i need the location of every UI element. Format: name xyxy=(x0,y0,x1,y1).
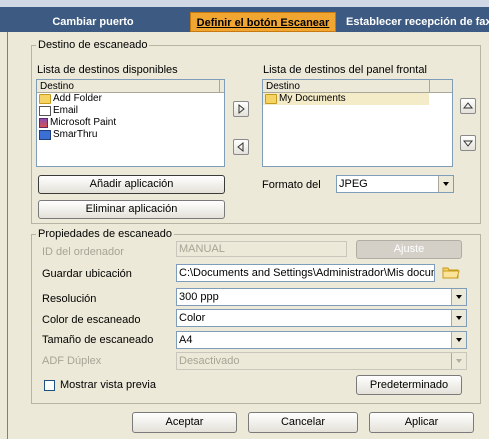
tab-bar: Cambiar puerto Definir el botón Escanear… xyxy=(0,0,489,32)
cancel-button[interactable]: Cancelar xyxy=(248,412,358,433)
chevron-down-icon xyxy=(451,310,466,326)
available-list-header-label: Destino xyxy=(40,81,74,92)
adf-duplex-value: Desactivado xyxy=(179,355,240,367)
available-list-header[interactable]: Destino xyxy=(37,80,224,93)
scan-color-select[interactable]: Color xyxy=(176,309,467,327)
pc-id-label: ID del ordenador xyxy=(42,246,124,258)
save-location-label: Guardar ubicación xyxy=(42,268,132,280)
show-preview-label: Mostrar vista previa xyxy=(60,379,156,391)
scan-color-value: Color xyxy=(179,312,206,324)
resolution-value: 300 ppp xyxy=(179,291,219,303)
tab-definir-boton-escanear[interactable]: Definir el botón Escanear xyxy=(190,12,336,32)
accept-button[interactable]: Aceptar xyxy=(132,412,237,433)
scan-size-value: A4 xyxy=(179,334,193,346)
available-destinations-list[interactable]: Destino Add Folder Email Microsoft Paint… xyxy=(36,79,225,167)
show-preview-checkbox[interactable] xyxy=(44,380,55,391)
arrow-left-icon xyxy=(237,141,244,153)
apply-button[interactable]: Aplicar xyxy=(369,412,474,433)
front-list-header-label: Destino xyxy=(266,81,300,92)
chevron-down-icon xyxy=(438,176,453,192)
arrow-down-icon xyxy=(462,140,474,147)
list-item[interactable]: Add Folder xyxy=(37,93,224,105)
resolution-select[interactable]: 300 ppp xyxy=(176,288,467,306)
arrow-up-icon xyxy=(462,102,474,109)
scan-properties-legend: Propiedades de escaneado xyxy=(36,228,174,240)
column-separator xyxy=(429,80,430,93)
list-item-label: SmarThru xyxy=(53,129,98,140)
scan-size-select[interactable]: A4 xyxy=(176,331,467,349)
list-item[interactable]: My Documents xyxy=(263,93,429,105)
add-application-button[interactable]: Añadir aplicación xyxy=(38,175,225,194)
move-down-button[interactable] xyxy=(460,135,476,151)
folder-icon xyxy=(442,267,460,279)
tab-establecer-recepcion-fax[interactable]: Establecer recepción de fax xyxy=(340,12,489,32)
list-item[interactable]: SmarThru xyxy=(37,129,224,141)
scan-color-label: Color de escaneado xyxy=(42,314,141,326)
front-panel-destinations-list[interactable]: Destino My Documents xyxy=(262,79,453,167)
browse-folder-button[interactable] xyxy=(442,265,460,279)
list-item[interactable]: Email xyxy=(37,105,224,117)
remove-application-button[interactable]: Eliminar aplicación xyxy=(38,200,225,219)
pc-id-value: MANUAL xyxy=(179,243,225,255)
smarthru-icon xyxy=(39,130,51,140)
adjust-button[interactable]: Ajuste xyxy=(356,240,462,259)
adf-duplex-label: ADF Dúplex xyxy=(42,355,102,367)
default-button[interactable]: Predeterminado xyxy=(356,375,462,395)
column-separator xyxy=(219,80,220,93)
available-list-title: Lista de destinos disponibles xyxy=(37,64,178,76)
list-item-label: Microsoft Paint xyxy=(50,117,117,128)
list-item-label: Add Folder xyxy=(53,93,102,104)
format-select[interactable]: JPEG xyxy=(336,175,454,193)
format-select-value: JPEG xyxy=(339,178,368,190)
move-left-button[interactable] xyxy=(233,139,249,155)
list-item[interactable]: Microsoft Paint xyxy=(37,117,224,129)
envelope-icon xyxy=(39,106,51,116)
tab-bar-stripe xyxy=(0,0,489,7)
resolution-label: Resolución xyxy=(42,293,97,305)
chevron-down-icon xyxy=(451,289,466,305)
scan-destination-legend: Destino de escaneado xyxy=(36,39,150,51)
tab-label: Definir el botón Escanear xyxy=(196,17,330,29)
folder-icon xyxy=(265,94,277,104)
save-location-value: C:\Documents and Settings\Administrador\… xyxy=(179,267,435,279)
paint-icon xyxy=(39,118,48,128)
tab-cambiar-puerto[interactable]: Cambiar puerto xyxy=(18,12,168,32)
pc-id-field: MANUAL xyxy=(176,241,347,257)
list-item-label: Email xyxy=(53,105,79,116)
format-label: Formato del xyxy=(262,179,321,191)
scan-size-label: Tamaño de escaneado xyxy=(42,334,154,346)
move-up-button[interactable] xyxy=(460,98,476,114)
chevron-down-icon xyxy=(451,332,466,348)
front-list-title: Lista de destinos del panel frontal xyxy=(263,64,427,76)
folder-icon xyxy=(39,94,51,104)
list-item-label: My Documents xyxy=(279,93,346,104)
save-location-field[interactable]: C:\Documents and Settings\Administrador\… xyxy=(176,264,435,282)
front-list-header[interactable]: Destino xyxy=(263,80,452,93)
chevron-down-icon xyxy=(451,353,466,369)
adf-duplex-select: Desactivado xyxy=(176,352,467,370)
move-right-button[interactable] xyxy=(233,101,249,117)
arrow-right-icon xyxy=(238,103,245,115)
